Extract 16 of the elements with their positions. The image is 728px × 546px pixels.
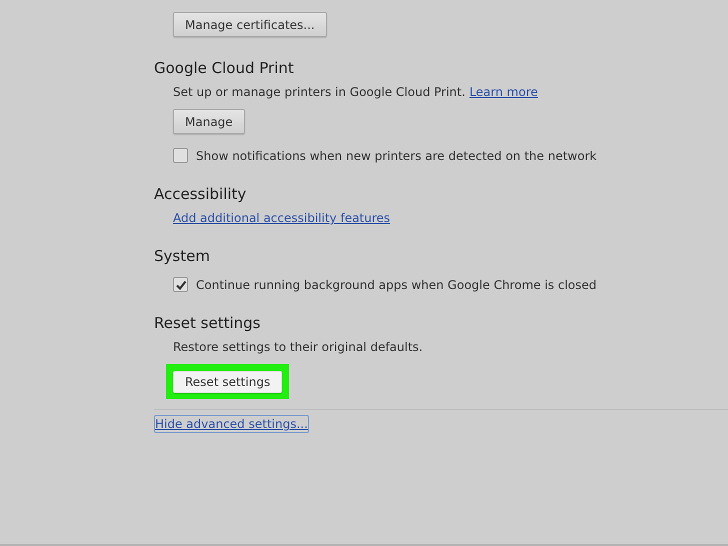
accessibility-link[interactable]: Add additional accessibility features xyxy=(173,211,390,225)
description-text: Set up or manage printers in Google Cloud Print. xyxy=(173,85,466,99)
section-heading: Accessibility xyxy=(154,185,248,203)
section-heading: System xyxy=(154,247,211,265)
hide-advanced-link[interactable]: Hide advanced settings... xyxy=(154,415,309,433)
checkbox[interactable] xyxy=(173,148,188,163)
checkbox-label: Continue running background apps when Google Chrome is closed xyxy=(196,278,596,292)
action-button[interactable]: Manage xyxy=(173,109,245,134)
manage-certificates-button[interactable]: Manage certificates... xyxy=(173,12,327,37)
checkbox-label: Show notifications when new printers are detected on the network xyxy=(196,148,597,162)
learn-more-link[interactable]: Learn more xyxy=(469,85,538,99)
action-button[interactable]: Reset settings xyxy=(173,371,282,393)
section-heading: Google Cloud Print xyxy=(154,59,295,77)
description-text: Restore settings to their original defaults. xyxy=(173,340,423,354)
checkbox[interactable] xyxy=(173,277,188,292)
section-heading: Reset settings xyxy=(154,314,262,332)
